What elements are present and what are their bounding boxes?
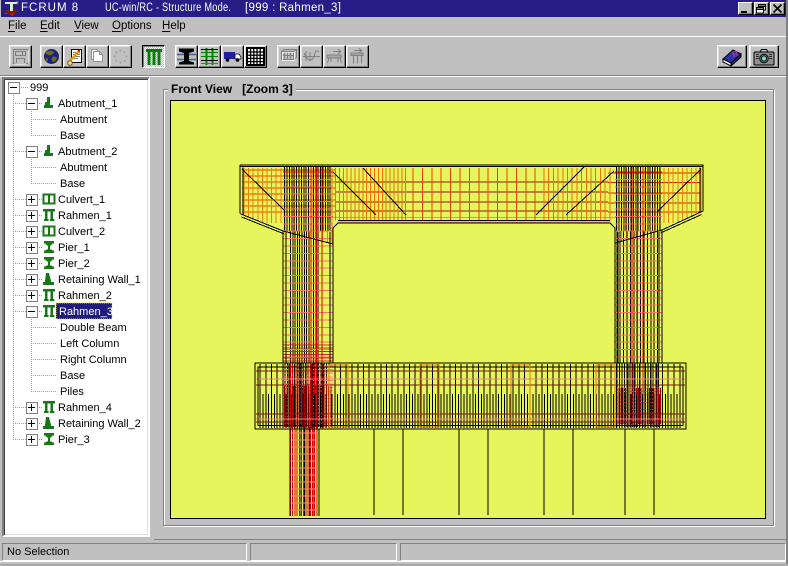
svg-text:Rahmen_3: Rahmen_3	[59, 306, 113, 318]
svg-text:Pier_2: Pier_2	[58, 258, 90, 270]
svg-text:Abutment_1: Abutment_1	[58, 98, 117, 110]
svg-text:Retaining Wall_1: Retaining Wall_1	[58, 274, 141, 286]
svg-text:Left Column: Left Column	[60, 338, 119, 350]
svg-text:Abutment_2: Abutment_2	[58, 146, 117, 158]
svg-text:Double Beam: Double Beam	[60, 322, 127, 334]
svg-text:Right Column: Right Column	[60, 354, 127, 366]
svg-text:Base: Base	[60, 178, 85, 190]
svg-text:Abutment: Abutment	[60, 162, 107, 174]
svg-text:Culvert_1: Culvert_1	[58, 194, 105, 206]
svg-text:999: 999	[30, 82, 48, 94]
svg-text:Rahmen_4: Rahmen_4	[58, 402, 112, 414]
svg-text:Abutment: Abutment	[60, 114, 107, 126]
svg-text:Piles: Piles	[60, 386, 84, 398]
svg-text:Pier_1: Pier_1	[58, 242, 90, 254]
svg-text:Retaining Wall_2: Retaining Wall_2	[58, 418, 141, 430]
svg-text:Culvert_2: Culvert_2	[58, 226, 105, 238]
svg-text:Base: Base	[60, 130, 85, 142]
svg-text:Rahmen_1: Rahmen_1	[58, 210, 112, 222]
svg-text:Pier_3: Pier_3	[58, 434, 90, 446]
svg-text:Base: Base	[60, 370, 85, 382]
svg-text:Rahmen_2: Rahmen_2	[58, 290, 112, 302]
